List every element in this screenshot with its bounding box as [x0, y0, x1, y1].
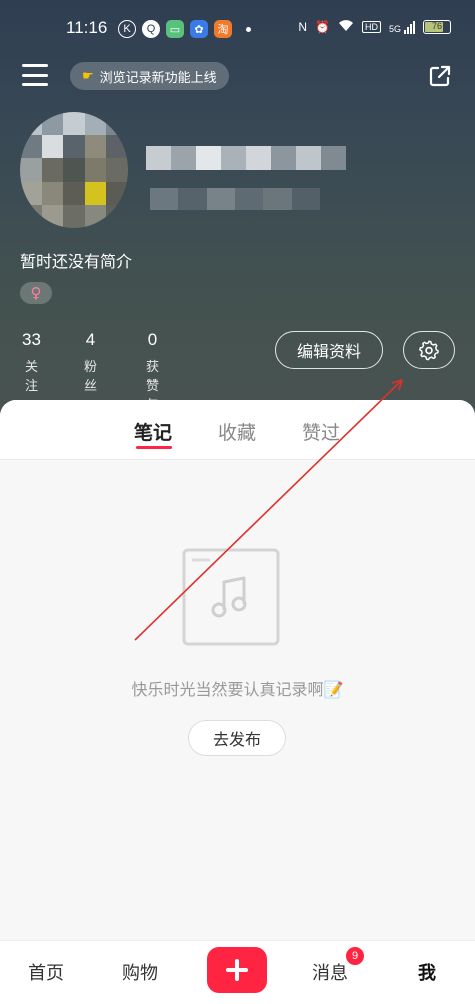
taobao-app-icon: 淘: [214, 20, 232, 38]
content-tabs: 笔记 收藏 赞过: [0, 400, 475, 460]
pointing-hand-icon: ☛: [82, 68, 94, 84]
hd-icon: HD: [361, 21, 381, 33]
baidu-app-icon: ✿: [190, 20, 208, 38]
gender-badge: ♀: [20, 282, 52, 304]
stat-following[interactable]: 33 关注: [22, 330, 41, 394]
music-album-icon: [182, 548, 280, 646]
nfc-icon: N: [298, 20, 308, 34]
alarm-icon: ⏰: [315, 20, 330, 34]
user-id-blurred: [150, 188, 320, 210]
wifi-icon: [338, 19, 354, 35]
edit-profile-button[interactable]: 编辑资料: [275, 331, 383, 369]
status-bar: 11:16 K Q ▭ ✿ 淘 N ⏰ HD 5G 76: [0, 16, 475, 44]
nav-messages[interactable]: 消息: [312, 959, 348, 985]
share-icon[interactable]: [428, 64, 452, 88]
plus-icon: [226, 959, 248, 981]
username-blurred: [146, 146, 346, 170]
content-sheet: 笔记 收藏 赞过 快乐时光当然要认真记录啊📝 去发布: [0, 400, 475, 940]
nav-home[interactable]: 首页: [28, 959, 64, 985]
signal-icon: 5G: [388, 20, 415, 34]
stat-following-value: 33: [22, 330, 41, 349]
status-app-icons: K Q ▭ ✿ 淘: [118, 20, 251, 38]
battery-icon: 76: [423, 20, 451, 34]
message-badge: 9: [346, 947, 364, 965]
tab-liked[interactable]: 赞过: [302, 418, 340, 445]
q-app-icon: Q: [142, 20, 160, 38]
k-app-icon: K: [118, 20, 136, 38]
tab-notes[interactable]: 笔记: [134, 418, 172, 445]
bio-text: 暂时还没有简介: [20, 252, 133, 271]
profile-header: 11:16 K Q ▭ ✿ 淘 N ⏰ HD 5G 76 ☛ 浏览记录新功能上线…: [0, 0, 475, 451]
status-time: 11:16: [66, 18, 108, 37]
network-type: 5G: [388, 23, 401, 34]
stat-followers-value: 4: [85, 330, 96, 349]
more-notifications-dot: [246, 26, 251, 32]
female-icon: ♀: [30, 284, 42, 302]
chat-app-icon: ▭: [166, 20, 184, 38]
stat-likes-value: 0: [147, 330, 158, 349]
stat-followers[interactable]: 4 粉丝: [84, 330, 97, 394]
create-post-button[interactable]: [207, 947, 267, 993]
tab-collections[interactable]: 收藏: [218, 418, 256, 445]
notice-text: 浏览记录新功能上线: [99, 70, 217, 86]
stat-following-label: 关注: [24, 360, 38, 394]
publish-button[interactable]: 去发布: [188, 720, 286, 756]
stat-followers-label: 粉丝: [84, 360, 98, 394]
avatar[interactable]: [20, 112, 128, 228]
settings-button[interactable]: [403, 331, 455, 369]
gear-icon: [419, 340, 439, 361]
status-system-icons: N ⏰ HD 5G 76: [298, 19, 451, 35]
battery-level: 76: [431, 21, 442, 31]
nav-shopping[interactable]: 购物: [122, 959, 158, 985]
active-tab-indicator: [136, 446, 172, 449]
menu-icon[interactable]: [22, 64, 48, 86]
empty-state-text: 快乐时光当然要认真记录啊📝: [131, 680, 344, 699]
nav-me[interactable]: 我: [418, 959, 436, 985]
bottom-nav: 首页 购物 消息 9 我: [0, 940, 475, 1004]
browse-history-notice[interactable]: ☛ 浏览记录新功能上线: [70, 62, 229, 90]
